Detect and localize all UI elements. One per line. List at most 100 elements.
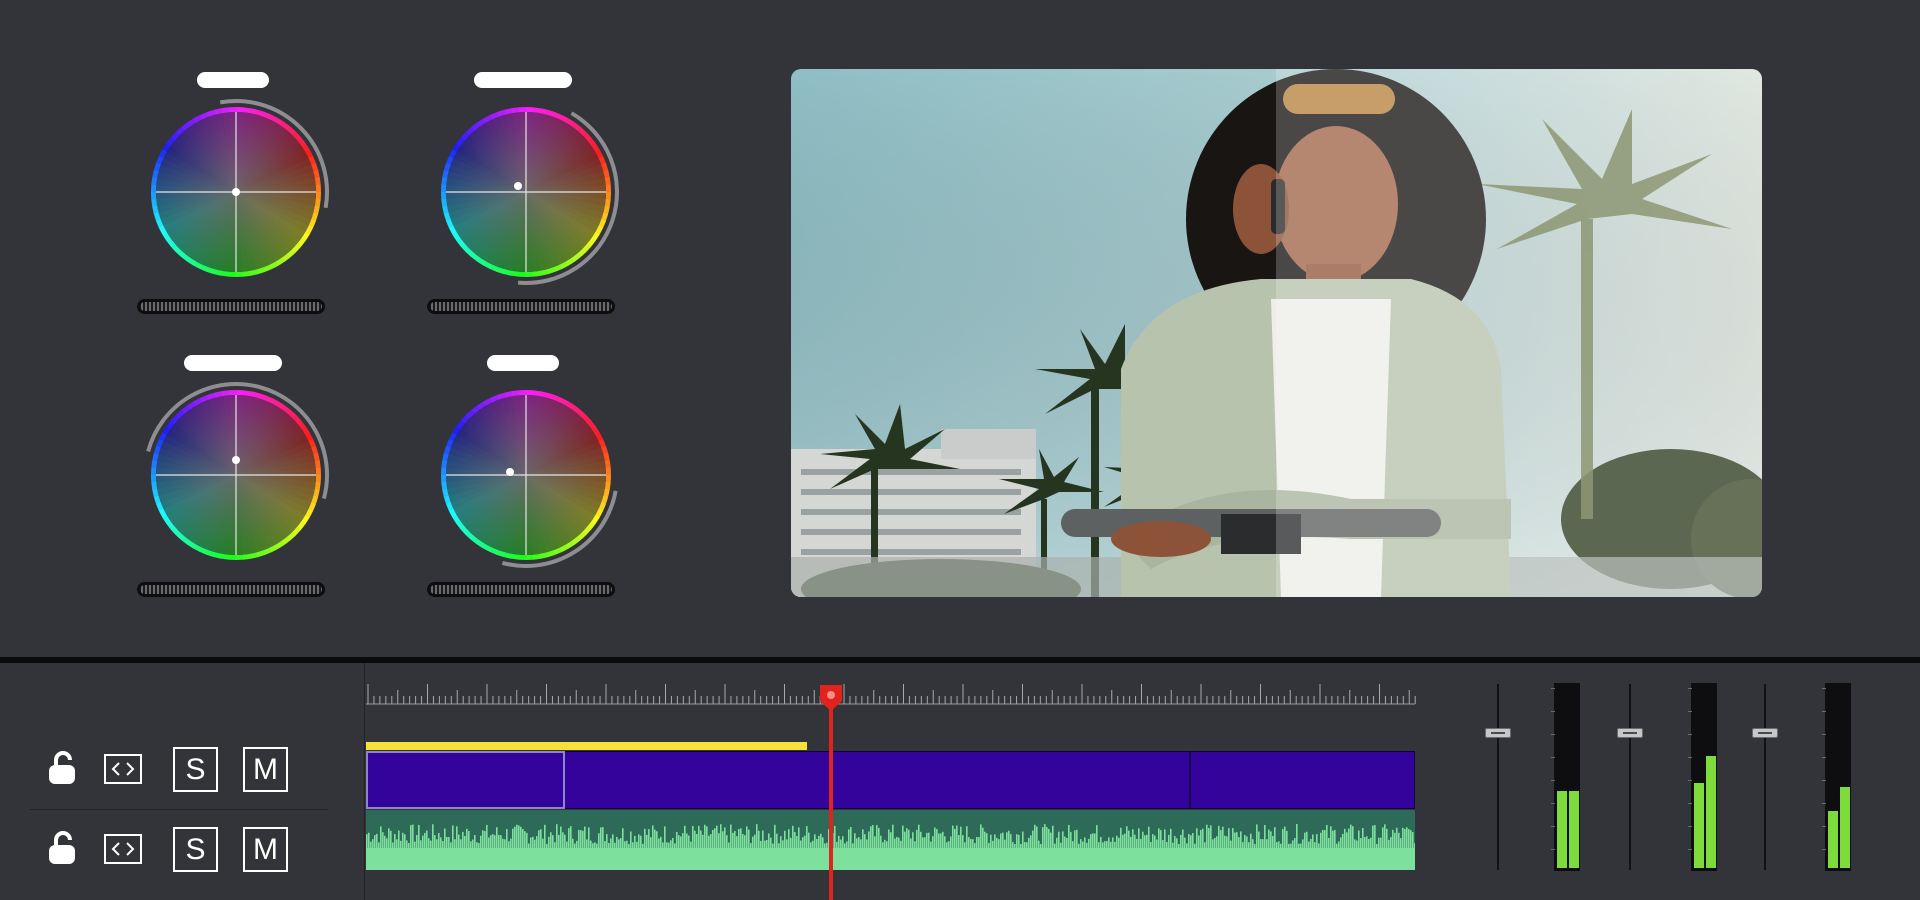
color-wheel-offset[interactable]	[427, 353, 627, 613]
fader-track[interactable]	[1629, 684, 1631, 870]
waveform-bar	[404, 834, 406, 850]
track-controls-audio: S M	[0, 815, 360, 885]
waveform-bar	[1056, 837, 1058, 850]
waveform-bar	[462, 831, 464, 850]
jog-wheel-slider[interactable]	[427, 299, 615, 314]
fader-track[interactable]	[1497, 684, 1499, 870]
waveform-bar	[1272, 836, 1274, 850]
waveform-bar	[676, 831, 678, 850]
waveform-bar	[530, 837, 532, 850]
waveform-bar	[1218, 825, 1220, 850]
waveform-bar	[1236, 832, 1238, 850]
waveform-bar	[1028, 837, 1030, 850]
waveform-bar	[1398, 832, 1400, 850]
waveform-bar	[420, 840, 422, 850]
waveform-bar	[1296, 824, 1298, 850]
waveform-bar	[962, 835, 964, 850]
color-wheel[interactable]	[432, 381, 620, 569]
jog-wheel-slider[interactable]	[427, 582, 615, 597]
meter-tick	[1688, 711, 1692, 712]
fader-icon[interactable]	[1617, 728, 1643, 738]
waveform-bar	[606, 834, 608, 850]
waveform-bar	[1240, 831, 1242, 850]
hue-ring-segment	[604, 460, 611, 469]
waveform-bar	[1248, 842, 1250, 850]
waveform-bar	[1138, 828, 1140, 850]
waveform-bar	[608, 842, 610, 850]
waveform-bar	[1048, 828, 1050, 850]
solo-button[interactable]: S	[173, 747, 218, 792]
color-wheel-gain[interactable]	[137, 353, 337, 613]
waveform-bar	[468, 830, 470, 850]
jog-wheel-slider[interactable]	[137, 299, 325, 314]
waveform-bar	[904, 831, 906, 850]
waveform-bar	[984, 831, 986, 850]
waveform-bar	[646, 834, 648, 850]
color-wheel-lift[interactable]	[137, 70, 337, 330]
waveform-bar	[1178, 843, 1180, 850]
waveform-bar	[1104, 841, 1106, 850]
color-wheel[interactable]	[142, 98, 330, 286]
waveform-bar	[698, 825, 700, 850]
waveform-bar	[662, 842, 664, 850]
fader-track[interactable]	[1764, 684, 1766, 870]
waveform-bar	[474, 834, 476, 850]
fader-icon[interactable]	[1752, 728, 1778, 738]
waveform-bar	[1122, 834, 1124, 850]
waveform-bar	[402, 832, 404, 850]
waveform-bar	[368, 832, 370, 850]
timeline-ruler[interactable]	[366, 682, 1416, 708]
waveform-bar	[1176, 838, 1178, 850]
waveform-bar	[1356, 840, 1358, 850]
mute-button[interactable]: M	[243, 827, 288, 872]
unlocked-icon[interactable]	[47, 751, 77, 787]
unlocked-icon[interactable]	[47, 831, 77, 867]
waveform-bar	[900, 840, 902, 850]
waveform-bar	[1146, 834, 1148, 850]
waveform-bar	[884, 839, 886, 850]
waveform-bar	[724, 827, 726, 850]
waveform-bar	[466, 828, 468, 850]
waveform-bar	[856, 838, 858, 850]
hue-ring-segment	[532, 553, 541, 560]
waveform-bar	[414, 841, 416, 850]
waveform-bar	[550, 832, 552, 850]
meter-tick	[1688, 826, 1692, 827]
waveform-bar	[1306, 831, 1308, 850]
waveform-bar	[460, 839, 462, 850]
mute-button[interactable]: M	[243, 747, 288, 792]
playhead-handle[interactable]	[818, 683, 844, 713]
waveform-bar	[874, 836, 876, 850]
hue-ring-segment	[441, 198, 448, 207]
video-preview[interactable]	[791, 69, 1762, 597]
waveform-bar	[430, 840, 432, 850]
solo-button[interactable]: S	[173, 827, 218, 872]
waveform-bar	[954, 828, 956, 850]
waveform-bar	[1126, 826, 1128, 850]
waveform-bar	[372, 839, 374, 850]
fader-icon[interactable]	[1485, 728, 1511, 738]
level-meter	[1551, 683, 1580, 871]
hue-ring-segment	[605, 467, 611, 476]
waveform-bar	[964, 842, 966, 850]
waveform-bar	[970, 839, 972, 850]
level-meter	[1688, 683, 1717, 871]
waveform-bar	[1394, 832, 1396, 850]
jog-wheel-slider[interactable]	[137, 582, 325, 597]
clip-edit-point[interactable]	[1189, 751, 1191, 809]
waveform-bar	[1298, 843, 1300, 850]
selected-clip[interactable]	[366, 751, 565, 809]
waveform-bar	[1382, 827, 1384, 850]
waveform-bar	[518, 825, 520, 850]
waveform-bar	[1246, 836, 1248, 850]
color-wheel[interactable]	[432, 98, 620, 286]
audio-clip[interactable]	[366, 848, 1415, 870]
code-brackets-icon[interactable]	[104, 834, 142, 864]
waveform-bar	[534, 839, 536, 850]
code-brackets-icon[interactable]	[104, 754, 142, 784]
color-wheel-gamma[interactable]	[427, 70, 627, 330]
playhead-line[interactable]	[829, 690, 833, 900]
waveform-bar	[906, 828, 908, 850]
hue-ring-segment	[518, 390, 527, 396]
color-wheel[interactable]	[142, 381, 330, 569]
